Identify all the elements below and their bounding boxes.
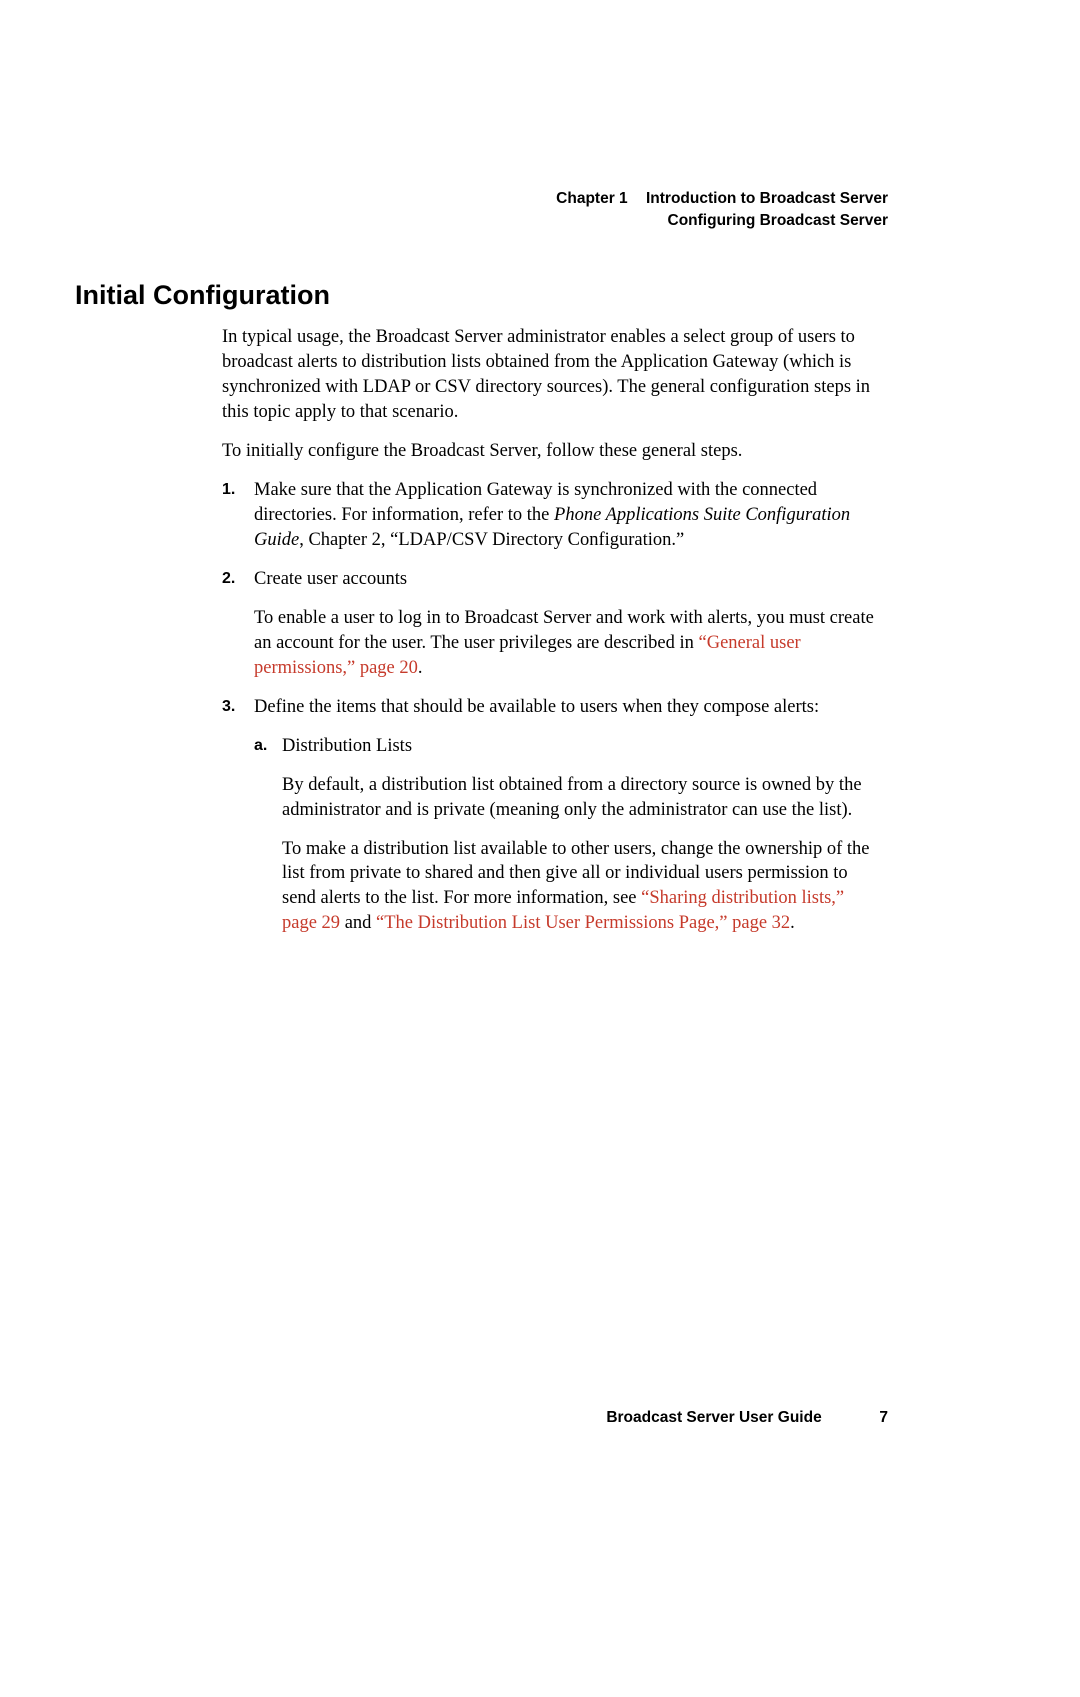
step-3a-number: a.: [254, 735, 267, 757]
step-1-number: 1.: [222, 479, 235, 501]
step-2: 2. Create user accounts To enable a user…: [222, 567, 882, 681]
page-number: 7: [854, 1409, 888, 1427]
body-text: In typical usage, the Broadcast Server a…: [222, 325, 882, 950]
page-title: Initial Configuration: [75, 280, 330, 311]
step-1-text: Make sure that the Application Gateway i…: [254, 478, 882, 553]
step-2-heading: Create user accounts: [254, 567, 882, 592]
intro-paragraph-1: In typical usage, the Broadcast Server a…: [222, 325, 882, 425]
step-3a: a. Distribution Lists By default, a dist…: [254, 734, 882, 937]
intro-paragraph-2: To initially configure the Broadcast Ser…: [222, 439, 882, 464]
step-3a-paragraph-1: By default, a distribution list obtained…: [282, 773, 882, 823]
header-line-2: Configuring Broadcast Server: [556, 210, 888, 232]
footer-guide-name: Broadcast Server User Guide: [606, 1409, 821, 1426]
page: Chapter 1 Introduction to Broadcast Serv…: [0, 0, 1080, 1697]
step-2-text: To enable a user to log in to Broadcast …: [254, 606, 882, 681]
footer: Broadcast Server User Guide 7: [606, 1409, 888, 1427]
step-3-heading: Define the items that should be availabl…: [254, 695, 882, 720]
steps-list: 1. Make sure that the Application Gatewa…: [222, 478, 882, 937]
step-3a-paragraph-2: To make a distribution list available to…: [282, 837, 882, 937]
chapter-title: Introduction to Broadcast Server: [646, 190, 888, 207]
step-3-number: 3.: [222, 696, 235, 718]
step-2-number: 2.: [222, 568, 235, 590]
step-3a-heading: Distribution Lists: [282, 734, 882, 759]
link-distribution-list-permissions[interactable]: “The Distribution List User Permissions …: [376, 913, 790, 933]
header-line-1: Chapter 1 Introduction to Broadcast Serv…: [556, 188, 888, 210]
running-header: Chapter 1 Introduction to Broadcast Serv…: [556, 188, 888, 233]
step-1: 1. Make sure that the Application Gatewa…: [222, 478, 882, 553]
step-3-sublist: a. Distribution Lists By default, a dist…: [254, 734, 882, 937]
step-3: 3. Define the items that should be avail…: [222, 695, 882, 937]
chapter-label: Chapter 1: [556, 190, 628, 207]
